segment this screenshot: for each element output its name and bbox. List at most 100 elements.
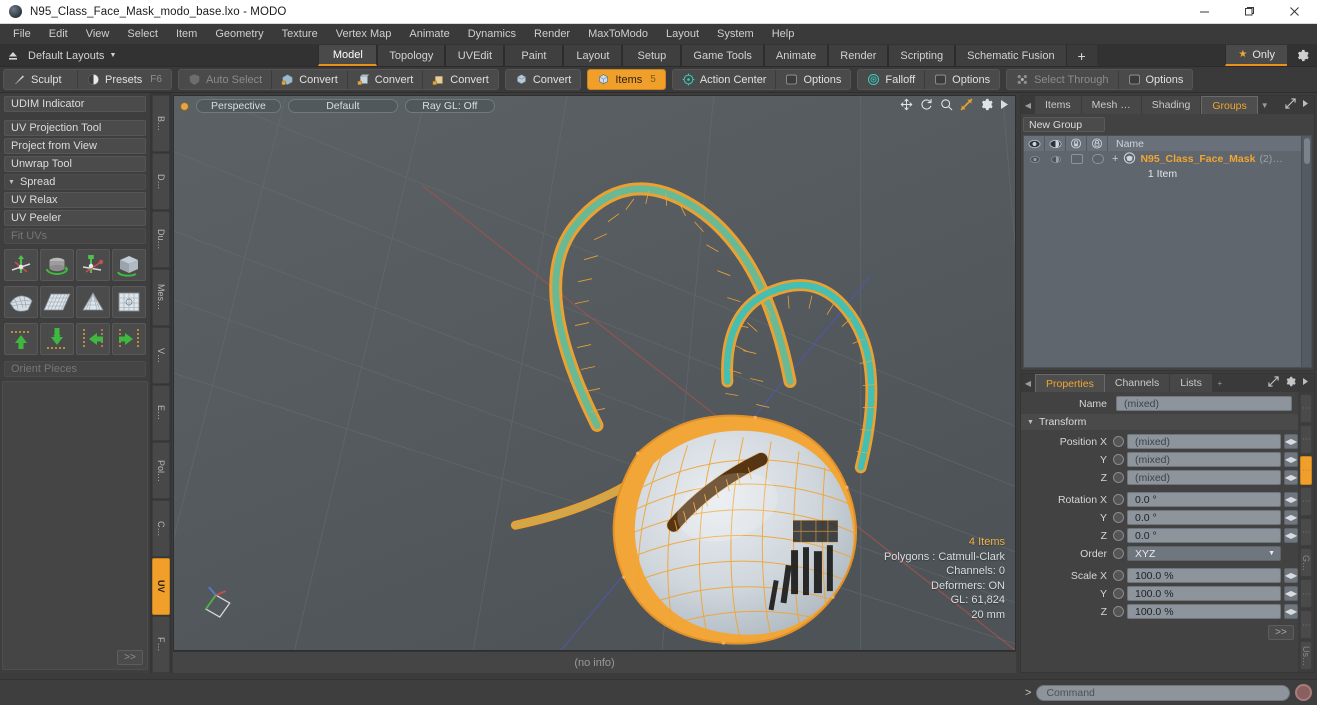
- tool-uv-relax[interactable]: UV Relax: [4, 192, 146, 208]
- eject-layout-icon[interactable]: [0, 45, 26, 66]
- tab-channels[interactable]: Channels: [1104, 374, 1171, 392]
- viewport-menu-dot-icon[interactable]: [180, 101, 189, 111]
- uv-shell-icon[interactable]: [4, 286, 38, 318]
- order-dropdown[interactable]: XYZ ▼: [1127, 546, 1281, 561]
- tool-uv-projection[interactable]: UV Projection Tool: [4, 120, 146, 136]
- command-input[interactable]: Command: [1036, 684, 1290, 701]
- presets-button[interactable]: Presets F6: [78, 70, 171, 89]
- tab-layout[interactable]: Layout: [563, 45, 623, 66]
- convert-polygon-button[interactable]: Convert: [423, 70, 498, 89]
- visibility-eye-icon[interactable]: [1024, 136, 1045, 151]
- scale-x-radio[interactable]: [1113, 570, 1124, 581]
- tool-orient-pieces[interactable]: Orient Pieces: [4, 361, 146, 377]
- rotation-y-stepper[interactable]: ◀▶: [1284, 510, 1298, 525]
- tab-setup[interactable]: Setup: [622, 45, 682, 66]
- add-properties-tab-button[interactable]: +: [1213, 374, 1227, 392]
- menu-vertex-map[interactable]: Vertex Map: [327, 24, 401, 45]
- position-x-radio[interactable]: [1113, 436, 1124, 447]
- group-row-name[interactable]: + N95_Class_Face_Mask (2)…: [1108, 151, 1301, 167]
- menu-geometry[interactable]: Geometry: [206, 24, 272, 45]
- tab-groups[interactable]: Groups: [1201, 96, 1258, 114]
- rotation-z-radio[interactable]: [1113, 530, 1124, 541]
- uv-cylinder-icon[interactable]: [40, 249, 74, 281]
- menu-select[interactable]: Select: [118, 24, 167, 45]
- uv-cone-unwrap-icon[interactable]: [76, 286, 110, 318]
- position-x-input[interactable]: (mixed): [1127, 434, 1281, 449]
- convert-edge-button[interactable]: Convert: [348, 70, 424, 89]
- convert-vertex-button[interactable]: Convert: [272, 70, 348, 89]
- close-button[interactable]: [1272, 0, 1317, 23]
- action-center-button[interactable]: Action Center: [673, 70, 777, 89]
- rail-handle-2[interactable]: ⋮: [1300, 424, 1312, 454]
- menu-system[interactable]: System: [708, 24, 763, 45]
- vtab-c[interactable]: C…: [152, 500, 170, 558]
- tab-properties[interactable]: Properties: [1035, 374, 1105, 392]
- move-right-icon[interactable]: [112, 323, 146, 355]
- left-panel-more-button[interactable]: >>: [117, 650, 143, 665]
- rail-handle-3[interactable]: ⋮: [1300, 486, 1312, 516]
- rail-tab-us[interactable]: Us…: [1300, 641, 1312, 671]
- vtab-d[interactable]: D…: [152, 152, 170, 210]
- tab-lists[interactable]: Lists: [1170, 374, 1213, 392]
- position-z-radio[interactable]: [1113, 472, 1124, 483]
- scale-z-stepper[interactable]: ◀▶: [1284, 604, 1298, 619]
- rotation-y-radio[interactable]: [1113, 512, 1124, 523]
- row-select-checkbox[interactable]: [1087, 151, 1108, 167]
- viewport-play-icon[interactable]: [1000, 99, 1009, 113]
- menu-texture[interactable]: Texture: [273, 24, 327, 45]
- position-x-stepper[interactable]: ◀▶: [1284, 434, 1298, 449]
- groups-dropdown-caret-icon[interactable]: ▼: [1258, 96, 1272, 114]
- tab-topology[interactable]: Topology: [377, 45, 446, 66]
- fit-view-icon[interactable]: [960, 98, 973, 114]
- menu-help[interactable]: Help: [763, 24, 804, 45]
- vtab-b[interactable]: B…: [152, 95, 170, 152]
- rotate-view-icon[interactable]: [920, 98, 933, 114]
- rail-handle-4[interactable]: ⋮: [1300, 517, 1312, 547]
- expand-panel-icon[interactable]: [1285, 98, 1296, 112]
- scale-z-input[interactable]: 100.0 %: [1127, 604, 1281, 619]
- tab-paint[interactable]: Paint: [504, 45, 564, 66]
- menu-item[interactable]: Item: [167, 24, 206, 45]
- rail-handle-6[interactable]: ⋮: [1300, 610, 1312, 640]
- tool-uv-peeler[interactable]: UV Peeler: [4, 210, 146, 226]
- viewport-raygl-dropdown[interactable]: Ray GL: Off: [404, 99, 495, 113]
- vtab-e[interactable]: E…: [152, 384, 170, 442]
- tab-mesh[interactable]: Mesh …: [1081, 96, 1142, 114]
- menu-maxtomodo[interactable]: MaxToModo: [579, 24, 657, 45]
- properties-left-arrow-icon[interactable]: ◀: [1021, 374, 1035, 392]
- rotation-x-radio[interactable]: [1113, 494, 1124, 505]
- tab-model[interactable]: Model: [318, 45, 378, 66]
- gear-icon[interactable]: [1287, 45, 1317, 66]
- vtab-v[interactable]: V…: [152, 326, 170, 384]
- tool-fit-uvs[interactable]: Fit UVs: [4, 228, 146, 244]
- uv-atlas-icon[interactable]: [76, 249, 110, 281]
- scale-x-stepper[interactable]: ◀▶: [1284, 568, 1298, 583]
- move-up-icon[interactable]: [4, 323, 38, 355]
- tool-unwrap[interactable]: Unwrap Tool: [4, 156, 146, 172]
- uv-grid-flat-icon[interactable]: [40, 286, 74, 318]
- menu-edit[interactable]: Edit: [40, 24, 77, 45]
- menu-render[interactable]: Render: [525, 24, 579, 45]
- tab-shading[interactable]: Shading: [1141, 96, 1202, 114]
- uv-projection-axis-icon[interactable]: [4, 249, 38, 281]
- position-y-input[interactable]: (mixed): [1127, 452, 1281, 467]
- tab-animate[interactable]: Animate: [763, 45, 829, 66]
- rotation-z-stepper[interactable]: ◀▶: [1284, 528, 1298, 543]
- row-visibility-eye-icon[interactable]: [1024, 151, 1045, 167]
- rail-handle-5[interactable]: ⋮: [1300, 579, 1312, 609]
- groups-tree-scrollbar[interactable]: [1301, 136, 1311, 367]
- vtab-f[interactable]: F…: [152, 616, 170, 674]
- vtab-du[interactable]: Du…: [152, 210, 170, 268]
- panel-overflow-icon[interactable]: [1302, 99, 1309, 111]
- tab-render[interactable]: Render: [828, 45, 889, 66]
- expand-panel-icon[interactable]: [1268, 376, 1279, 390]
- rotation-z-input[interactable]: 0.0 °: [1127, 528, 1281, 543]
- scale-z-radio[interactable]: [1113, 606, 1124, 617]
- section-spread[interactable]: ▼ Spread: [4, 174, 146, 190]
- row-lock-checkbox[interactable]: [1066, 151, 1087, 167]
- only-toggle[interactable]: ★ Only: [1225, 45, 1287, 66]
- action-center-options-button[interactable]: Options: [776, 70, 850, 89]
- rotation-y-input[interactable]: 0.0 °: [1127, 510, 1281, 525]
- tab-game-tools[interactable]: Game Tools: [681, 45, 764, 66]
- scale-x-input[interactable]: 100.0 %: [1127, 568, 1281, 583]
